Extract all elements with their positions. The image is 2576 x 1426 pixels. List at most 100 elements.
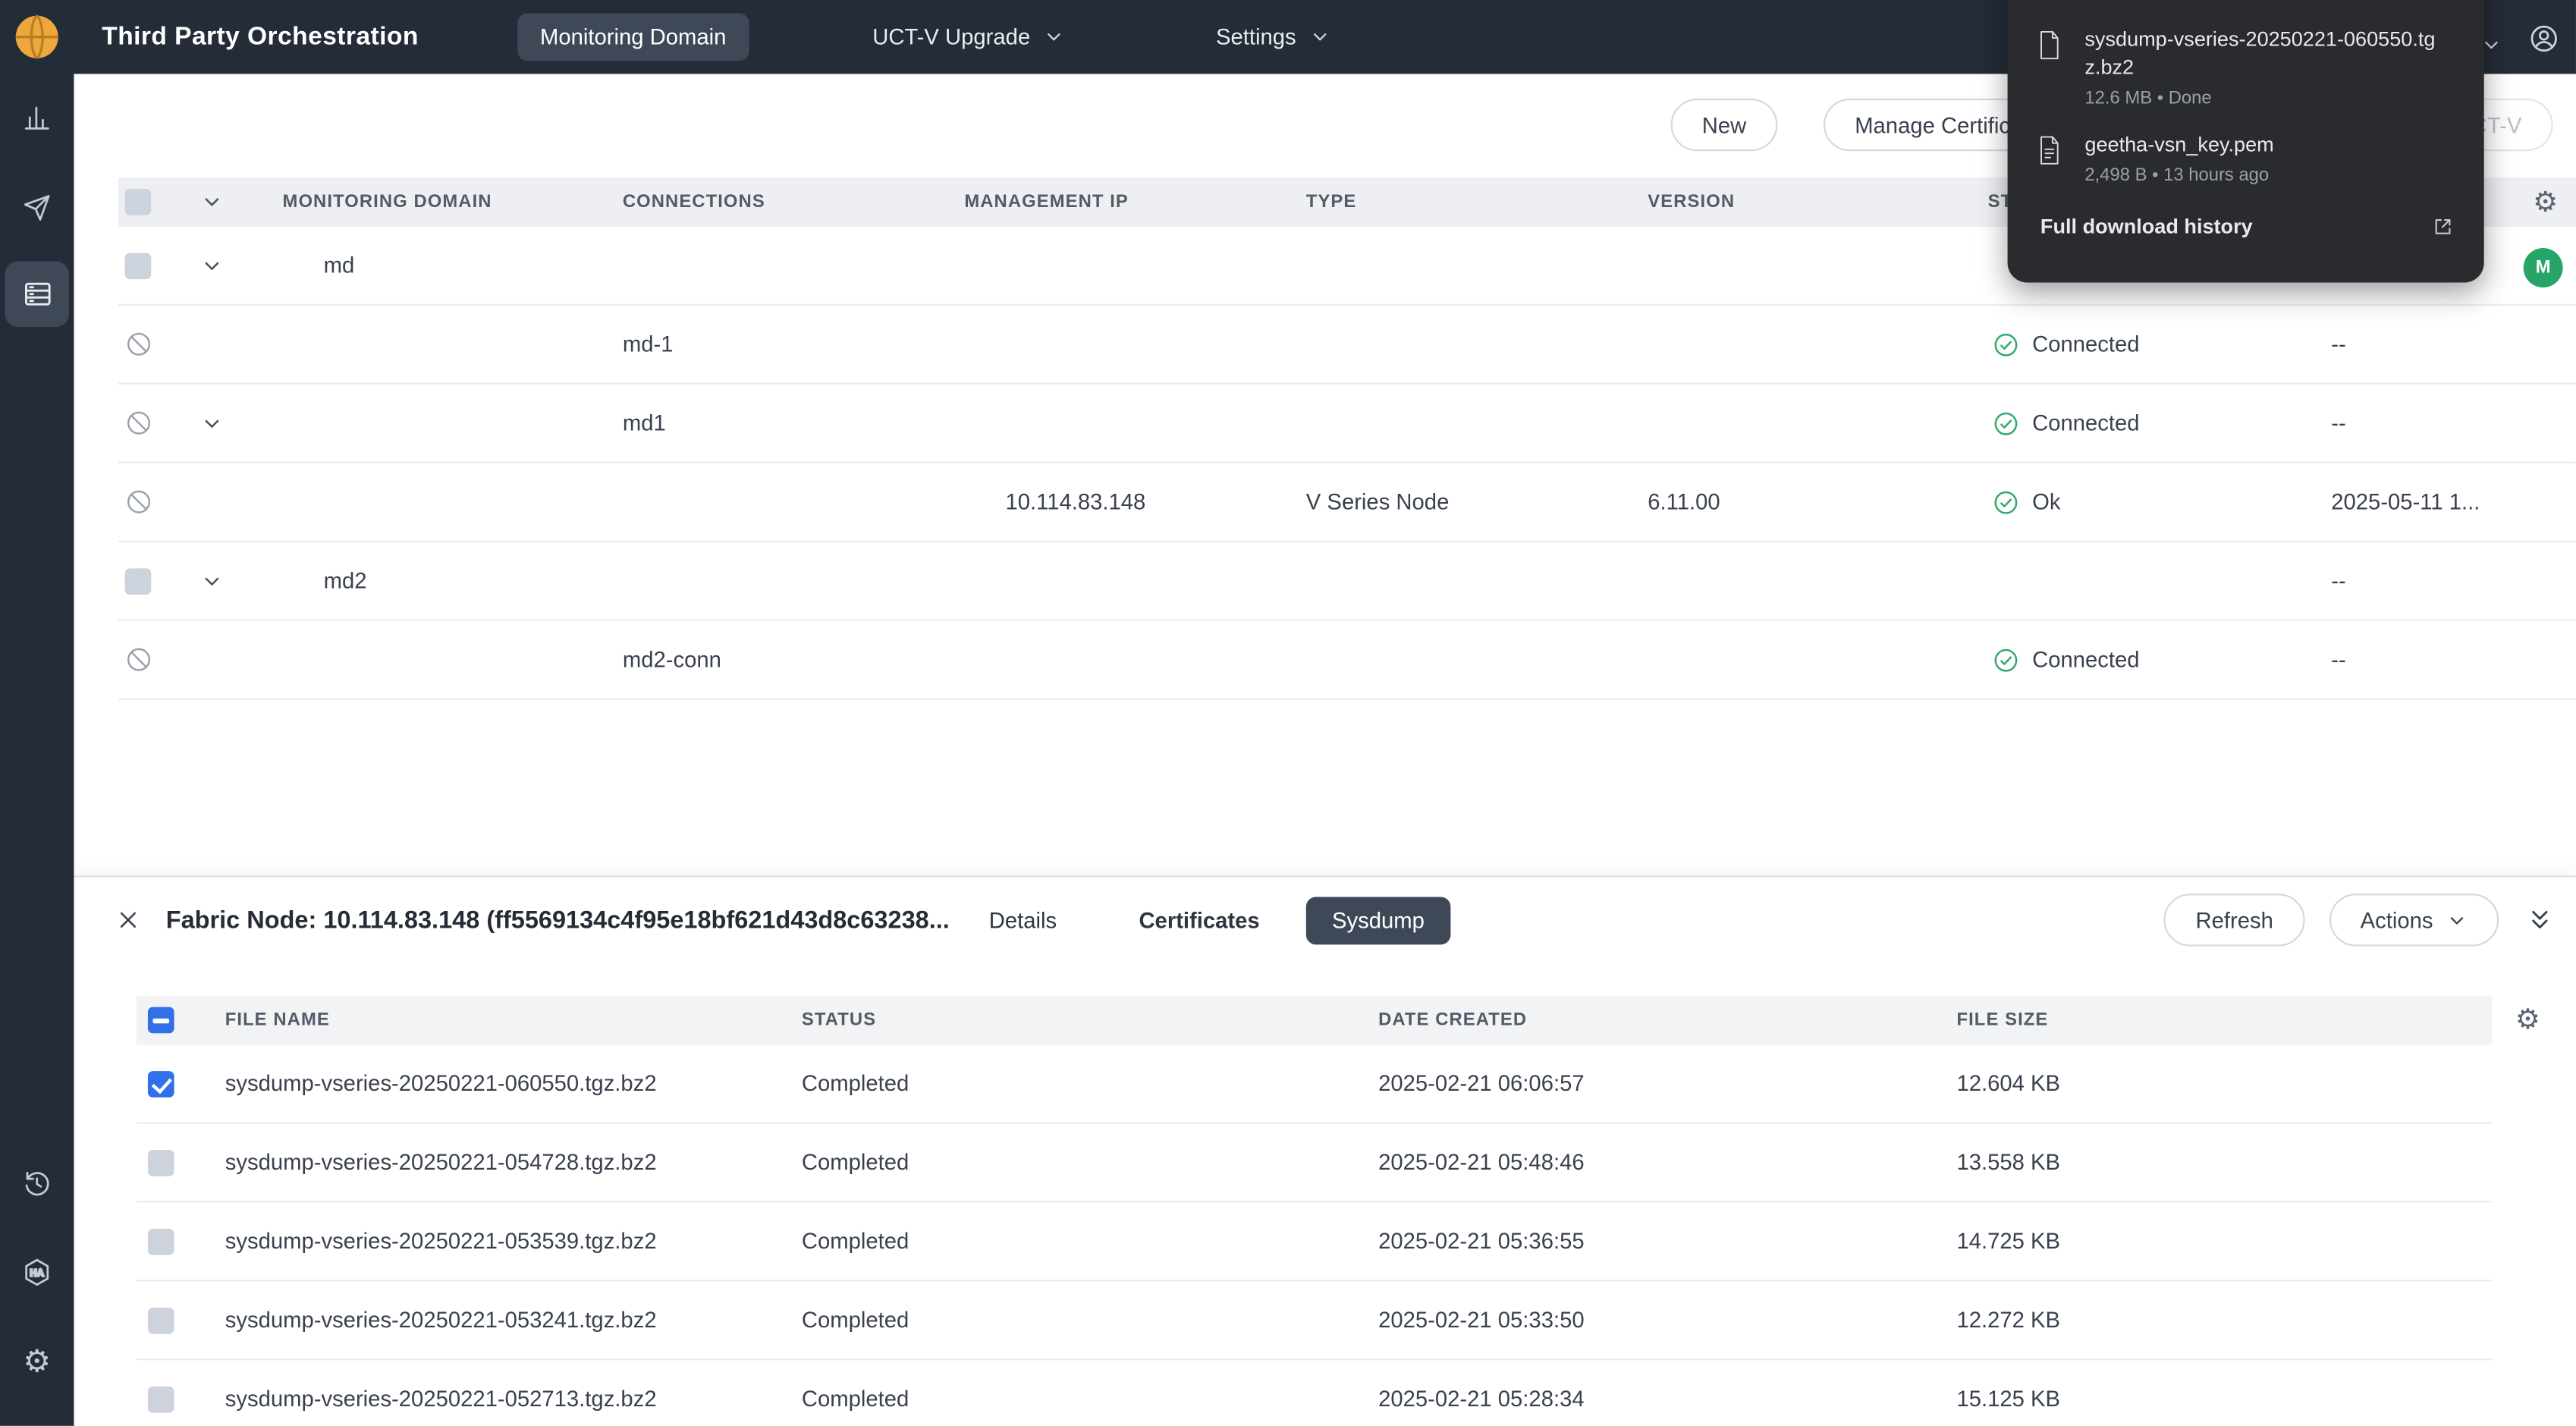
download-file-name: sysdump-vseries-20250221-060550.tgz.bz2 <box>2084 27 2439 83</box>
tab-uctv-upgrade-label: UCT-V Upgrade <box>872 24 1030 49</box>
table-row-md2-conn[interactable]: md2-conn Connected -- <box>118 621 2576 700</box>
status-cell: Completed <box>802 1071 1378 1095</box>
actions-button-label: Actions <box>2361 908 2433 932</box>
downloads-popup: sysdump-vseries-20250221-060550.tgz.bz2 … <box>2008 0 2484 283</box>
table-row-md2[interactable]: md2 -- <box>118 542 2576 621</box>
tab-settings[interactable]: Settings <box>1216 24 1330 49</box>
row-checkbox[interactable] <box>125 567 152 594</box>
deployed-cell: -- <box>2331 331 2576 356</box>
col-version[interactable]: VERSION <box>1648 192 1987 212</box>
status-text: Connected <box>2032 331 2139 356</box>
left-sidebar: HA ⚙ <box>0 0 74 1426</box>
sysdump-row[interactable]: sysdump-vseries-20250221-053241.tgz.bz2 … <box>137 1281 2493 1360</box>
no-entry-icon <box>125 409 191 437</box>
deployed-cell: -- <box>2331 568 2576 592</box>
sysdump-row-checkbox[interactable] <box>148 1070 174 1097</box>
sysdump-select-all-checkbox[interactable] <box>148 1007 174 1034</box>
sysdump-row[interactable]: sysdump-vseries-20250221-060550.tgz.bz2 … <box>137 1044 2493 1123</box>
check-circle-icon <box>1993 331 2019 357</box>
details-panel-header: Fabric Node: 10.114.83.148 (ff5569134c4f… <box>74 878 2576 963</box>
tab-certificates[interactable]: Certificates <box>1139 908 1259 932</box>
download-item[interactable]: geetha-vsn_key.pem 2,498 B • 13 hours ag… <box>2008 131 2484 202</box>
chevron-down-icon[interactable] <box>200 412 282 435</box>
ha-hexagon-icon: HA <box>21 1257 52 1288</box>
tab-monitoring-domain[interactable]: Monitoring Domain <box>517 13 749 61</box>
status-cell: Completed <box>802 1150 1378 1174</box>
sysdump-row[interactable]: sysdump-vseries-20250221-052713.tgz.bz2 … <box>137 1360 2493 1426</box>
col-type[interactable]: TYPE <box>1306 192 1648 212</box>
download-file-meta: 2,498 B • 13 hours ago <box>2084 166 2439 186</box>
version-cell: 6.11.00 <box>1648 489 1987 514</box>
date-created-cell: 2025-02-21 05:48:46 <box>1378 1150 1956 1174</box>
chevron-down-icon[interactable] <box>200 190 282 213</box>
sysdump-row[interactable]: sysdump-vseries-20250221-053539.tgz.bz2 … <box>137 1202 2493 1281</box>
tab-details[interactable]: Details <box>989 908 1057 932</box>
sysdump-row[interactable]: sysdump-vseries-20250221-054728.tgz.bz2 … <box>137 1123 2493 1202</box>
svg-text:HA: HA <box>30 1267 44 1279</box>
sysdump-header-row: FILE NAME STATUS DATE CREATED FILE SIZE <box>137 995 2493 1044</box>
column-settings-gear-icon[interactable]: ⚙ <box>2515 1005 2540 1033</box>
sysdump-row-checkbox[interactable] <box>148 1228 174 1255</box>
close-icon[interactable] <box>117 909 140 931</box>
chevron-down-icon[interactable] <box>200 569 282 592</box>
download-item-text: sysdump-vseries-20250221-060550.tgz.bz2 … <box>2084 27 2439 108</box>
connection-cell: md1 <box>623 410 964 435</box>
sysdump-row-checkbox[interactable] <box>148 1386 174 1412</box>
column-settings-gear-icon[interactable]: ⚙ <box>2533 188 2558 216</box>
download-file-meta: 12.6 MB • Done <box>2084 89 2439 108</box>
new-button[interactable]: New <box>1671 99 1778 151</box>
col-connections[interactable]: CONNECTIONS <box>623 192 964 212</box>
tab-sysdump-active[interactable]: Sysdump <box>1305 896 1450 944</box>
file-name-cell: sysdump-vseries-20250221-054728.tgz.bz2 <box>225 1150 802 1174</box>
sysdump-row-checkbox[interactable] <box>148 1307 174 1333</box>
external-link-icon <box>2431 215 2454 238</box>
file-size-cell: 12.272 KB <box>1956 1308 2492 1332</box>
status-cell: Completed <box>802 1308 1378 1332</box>
deployed-cell: -- <box>2331 410 2576 435</box>
table-row-md-1[interactable]: md-1 Connected -- <box>118 306 2576 385</box>
collapse-panel-double-chevron-icon[interactable] <box>2527 904 2553 935</box>
col-file-size[interactable]: FILE SIZE <box>1956 1010 2492 1030</box>
file-name-cell: sysdump-vseries-20250221-053539.tgz.bz2 <box>225 1229 802 1253</box>
sidebar-item-history[interactable] <box>0 1168 74 1199</box>
download-item[interactable]: sysdump-vseries-20250221-060550.tgz.bz2 … <box>2008 27 2484 125</box>
file-size-cell: 15.125 KB <box>1956 1387 2492 1411</box>
app-root: Third Party Orchestration Monitoring Dom… <box>0 0 2576 1426</box>
sidebar-item-settings[interactable]: ⚙ <box>0 1347 74 1378</box>
deployed-cell: 2025-05-11 1... <box>2331 489 2576 514</box>
select-all-checkbox[interactable] <box>125 189 152 215</box>
col-date-created[interactable]: DATE CREATED <box>1378 1010 1956 1030</box>
tab-settings-label: Settings <box>1216 24 1296 49</box>
sidebar-item-orchestration-active[interactable] <box>5 261 68 327</box>
sidebar-item-dashboards[interactable] <box>0 102 74 133</box>
col-file-name[interactable]: FILE NAME <box>225 1010 802 1030</box>
file-size-cell: 13.558 KB <box>1956 1150 2492 1174</box>
col-monitoring-domain[interactable]: MONITORING DOMAIN <box>283 192 623 212</box>
row-checkbox[interactable] <box>125 252 152 278</box>
avatar[interactable]: M <box>2524 248 2563 287</box>
monitoring-domain-cell: md2 <box>283 568 623 592</box>
sysdump-row-checkbox[interactable] <box>148 1149 174 1176</box>
user-profile-icon[interactable] <box>2528 23 2559 54</box>
check-circle-icon <box>1993 488 2019 515</box>
file-size-cell: 14.725 KB <box>1956 1229 2492 1253</box>
deployed-cell: -- <box>2331 647 2576 671</box>
no-entry-icon <box>125 330 191 358</box>
download-file-name: geetha-vsn_key.pem <box>2084 131 2439 159</box>
date-created-cell: 2025-02-21 06:06:57 <box>1378 1071 1956 1095</box>
full-download-history-link[interactable]: Full download history <box>2008 202 2484 238</box>
no-entry-icon <box>125 488 191 516</box>
chevron-down-icon <box>1044 27 1065 48</box>
tab-uctv-upgrade[interactable]: UCT-V Upgrade <box>872 24 1065 49</box>
refresh-button[interactable]: Refresh <box>2164 894 2304 946</box>
table-row-md1[interactable]: md1 Connected -- <box>118 385 2576 463</box>
sidebar-item-deploy[interactable] <box>0 192 74 223</box>
table-row-vseries-node[interactable]: 10.114.83.148 V Series Node 6.11.00 Ok 2… <box>118 463 2576 542</box>
chevron-down-icon[interactable] <box>200 254 282 277</box>
col-file-status[interactable]: STATUS <box>802 1010 1378 1030</box>
sysdump-table: FILE NAME STATUS DATE CREATED FILE SIZE … <box>137 995 2493 1425</box>
actions-button[interactable]: Actions <box>2329 894 2499 946</box>
sidebar-item-ha[interactable]: HA <box>0 1257 74 1288</box>
col-management-ip[interactable]: MANAGEMENT IP <box>964 192 1305 212</box>
app-logo-globe-icon[interactable] <box>11 11 62 62</box>
